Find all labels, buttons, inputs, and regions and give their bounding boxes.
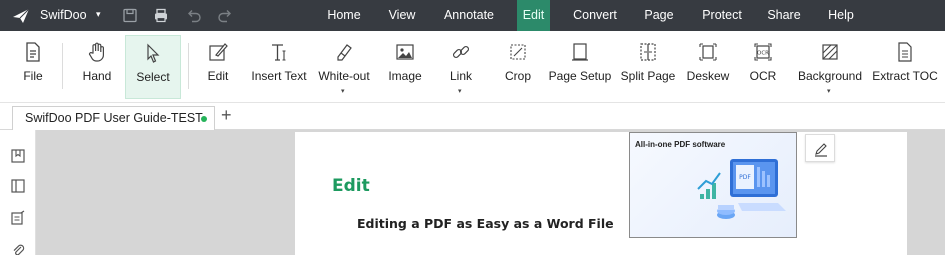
deskew-button[interactable]: Deskew (684, 35, 732, 99)
menu-annotate[interactable]: Annotate (436, 0, 502, 31)
attachment-paperclip-icon[interactable] (10, 242, 26, 255)
crop-label: Crop (504, 69, 531, 83)
bookmark-icon[interactable] (10, 148, 26, 164)
deskew-icon (699, 43, 717, 61)
promo-image[interactable]: All-in-one PDF software PDF (629, 132, 797, 238)
select-label: Select (136, 70, 170, 84)
edit-image-button[interactable] (805, 134, 835, 162)
menu-edit[interactable]: Edit (517, 0, 550, 31)
white-out-label: White-out (318, 69, 370, 83)
background-label: Background (797, 69, 863, 83)
file-label: File (23, 69, 43, 83)
page-setup-label: Page Setup (548, 69, 612, 83)
ocr-button[interactable]: OCR OCR (742, 35, 784, 99)
svg-text:PDF: PDF (739, 174, 751, 181)
menu-share[interactable]: Share (760, 0, 808, 31)
hand-label: Hand (82, 69, 112, 83)
background-icon (822, 44, 838, 60)
hand-icon (89, 42, 104, 62)
redo-icon[interactable] (217, 7, 233, 24)
split-page-label: Split Page (620, 69, 676, 83)
edit-ribbon-toolbar: File Hand Select Edit Insert Text White-… (0, 31, 945, 103)
link-dropdown-icon[interactable]: ▾ (458, 87, 462, 95)
banner-caption: All-in-one PDF software (635, 140, 726, 149)
white-out-button[interactable]: White-out ▾ (314, 35, 374, 99)
menu-view[interactable]: View (380, 0, 424, 31)
ribbon-divider (62, 43, 63, 89)
menu-convert[interactable]: Convert (563, 0, 627, 31)
ocr-label: OCR (749, 69, 777, 83)
file-button[interactable]: File (10, 35, 56, 99)
insert-text-label: Insert Text (251, 69, 307, 83)
deskew-label: Deskew (686, 69, 730, 83)
app-menu-button[interactable]: SwifDoo (40, 8, 87, 22)
save-icon[interactable] (122, 7, 138, 24)
insert-text-icon (272, 44, 286, 61)
menu-protect[interactable]: Protect (692, 0, 752, 31)
ribbon-divider (188, 43, 189, 89)
image-icon (396, 44, 414, 60)
split-page-icon (640, 43, 656, 61)
extract-toc-icon (898, 42, 912, 62)
white-out-dropdown-icon[interactable]: ▾ (341, 87, 345, 95)
page-setup-button[interactable]: Page Setup (548, 35, 612, 99)
image-label: Image (388, 69, 422, 83)
edit-tool-button[interactable]: Edit (198, 35, 238, 99)
insert-text-button[interactable]: Insert Text (248, 35, 310, 99)
menu-help[interactable]: Help (819, 0, 863, 31)
document-tab[interactable]: SwifDoo PDF User Guide-TEST (12, 106, 215, 130)
swifdoo-logo-icon (13, 8, 30, 23)
extract-toc-label: Extract TOC (872, 69, 938, 83)
undo-icon[interactable] (186, 7, 202, 24)
pen-edit-icon (815, 143, 827, 157)
page-setup-icon (572, 43, 588, 61)
document-tab-bar: SwifDoo PDF User Guide-TEST + (0, 103, 945, 130)
page-subheading: Editing a PDF as Easy as a Word File (357, 216, 614, 231)
left-side-panel (0, 130, 36, 255)
menu-page[interactable]: Page (636, 0, 682, 31)
edit-label: Edit (207, 69, 229, 83)
cursor-arrow-icon (147, 43, 160, 63)
background-dropdown-icon[interactable]: ▾ (827, 87, 831, 95)
file-icon (26, 42, 40, 62)
unsaved-changes-dot-icon (201, 116, 207, 122)
app-menu-chevron-icon[interactable]: ▾ (96, 9, 101, 20)
document-tab-title: SwifDoo PDF User Guide-TEST (25, 111, 203, 125)
page-heading: Edit (332, 176, 370, 196)
white-out-eraser-icon (337, 44, 352, 61)
new-tab-plus-icon[interactable]: + (221, 105, 232, 126)
annotation-list-icon[interactable] (10, 210, 26, 226)
hand-tool-button[interactable]: Hand (72, 35, 122, 99)
edit-box-icon (209, 43, 228, 61)
link-chain-icon (452, 45, 470, 59)
link-button[interactable]: Link ▾ (440, 35, 482, 99)
menu-home[interactable]: Home (318, 0, 370, 31)
svg-text:OCR: OCR (757, 51, 769, 57)
print-icon[interactable] (153, 7, 169, 24)
crop-button[interactable]: Crop (498, 35, 538, 99)
image-button[interactable]: Image (384, 35, 426, 99)
link-label: Link (449, 69, 472, 83)
pdf-software-illustration-icon: PDF (697, 159, 786, 219)
extract-toc-button[interactable]: Extract TOC (870, 35, 940, 99)
document-canvas: Edit Editing a PDF as Easy as a Word Fil… (36, 130, 945, 255)
title-bar: SwifDoo ▾ Home View Annotate Edit Conver… (0, 0, 945, 31)
thumbnails-panel-icon[interactable] (10, 178, 26, 194)
ocr-scan-icon: OCR (754, 43, 772, 61)
select-tool-button[interactable]: Select (125, 35, 181, 99)
crop-icon (510, 44, 526, 60)
background-button[interactable]: Background ▾ (796, 35, 864, 99)
split-page-button[interactable]: Split Page (618, 35, 678, 99)
